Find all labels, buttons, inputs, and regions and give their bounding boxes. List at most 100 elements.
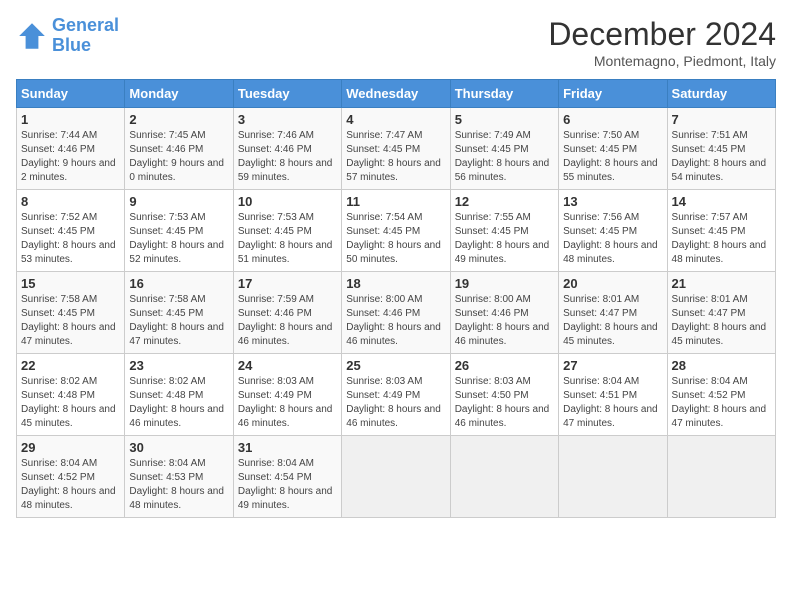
day-number: 12 <box>455 194 554 209</box>
col-header-wednesday: Wednesday <box>342 80 450 108</box>
logo-text: General Blue <box>52 16 119 56</box>
day-info: Sunrise: 7:50 AMSunset: 4:45 PMDaylight:… <box>563 129 662 185</box>
day-number: 18 <box>346 276 445 291</box>
day-info: Sunrise: 7:44 AMSunset: 4:46 PMDaylight:… <box>21 129 120 185</box>
week-row-5: 29Sunrise: 8:04 AMSunset: 4:52 PMDayligh… <box>17 436 776 518</box>
day-number: 28 <box>672 358 771 373</box>
day-number: 13 <box>563 194 662 209</box>
day-info: Sunrise: 8:04 AMSunset: 4:52 PMDaylight:… <box>21 457 120 513</box>
day-number: 14 <box>672 194 771 209</box>
day-info: Sunrise: 7:55 AMSunset: 4:45 PMDaylight:… <box>455 211 554 267</box>
day-info: Sunrise: 8:04 AMSunset: 4:54 PMDaylight:… <box>238 457 337 513</box>
day-info: Sunrise: 7:46 AMSunset: 4:46 PMDaylight:… <box>238 129 337 185</box>
day-cell: 2 Sunrise: 7:45 AMSunset: 4:46 PMDaylight… <box>125 108 233 190</box>
day-cell <box>450 436 558 518</box>
day-cell: 25 Sunrise: 8:03 AMSunset: 4:49 PMDayligh… <box>342 354 450 436</box>
day-cell: 9 Sunrise: 7:53 AMSunset: 4:45 PMDaylight… <box>125 190 233 272</box>
day-number: 19 <box>455 276 554 291</box>
day-cell: 30 Sunrise: 8:04 AMSunset: 4:53 PMDayligh… <box>125 436 233 518</box>
calendar-body: 1 Sunrise: 7:44 AMSunset: 4:46 PMDaylight… <box>17 108 776 518</box>
day-cell: 28 Sunrise: 8:04 AMSunset: 4:52 PMDayligh… <box>667 354 775 436</box>
day-info: Sunrise: 8:04 AMSunset: 4:52 PMDaylight:… <box>672 375 771 431</box>
day-cell: 14 Sunrise: 7:57 AMSunset: 4:45 PMDayligh… <box>667 190 775 272</box>
day-info: Sunrise: 8:01 AMSunset: 4:47 PMDaylight:… <box>563 293 662 349</box>
day-cell: 23 Sunrise: 8:02 AMSunset: 4:48 PMDayligh… <box>125 354 233 436</box>
day-cell: 12 Sunrise: 7:55 AMSunset: 4:45 PMDayligh… <box>450 190 558 272</box>
day-info: Sunrise: 8:01 AMSunset: 4:47 PMDaylight:… <box>672 293 771 349</box>
day-number: 2 <box>129 112 228 127</box>
day-number: 6 <box>563 112 662 127</box>
calendar-header-row: SundayMondayTuesdayWednesdayThursdayFrid… <box>17 80 776 108</box>
month-title: December 2024 <box>548 16 776 53</box>
day-cell: 10Sunrise: 7:53 AMSunset: 4:45 PMDayligh… <box>233 190 341 272</box>
week-row-4: 22 Sunrise: 8:02 AMSunset: 4:48 PMDayligh… <box>17 354 776 436</box>
location-subtitle: Montemagno, Piedmont, Italy <box>548 53 776 69</box>
day-cell: 19Sunrise: 8:00 AMSunset: 4:46 PMDayligh… <box>450 272 558 354</box>
day-number: 16 <box>129 276 228 291</box>
day-info: Sunrise: 7:54 AMSunset: 4:45 PMDaylight:… <box>346 211 445 267</box>
day-number: 22 <box>21 358 120 373</box>
day-info: Sunrise: 8:03 AMSunset: 4:50 PMDaylight:… <box>455 375 554 431</box>
day-number: 8 <box>21 194 120 209</box>
day-cell: 26 Sunrise: 8:03 AMSunset: 4:50 PMDayligh… <box>450 354 558 436</box>
day-info: Sunrise: 8:00 AMSunset: 4:46 PMDaylight:… <box>346 293 445 349</box>
logo: General Blue <box>16 16 119 56</box>
day-info: Sunrise: 7:59 AMSunset: 4:46 PMDaylight:… <box>238 293 337 349</box>
day-number: 27 <box>563 358 662 373</box>
day-info: Sunrise: 8:03 AMSunset: 4:49 PMDaylight:… <box>346 375 445 431</box>
week-row-2: 8 Sunrise: 7:52 AMSunset: 4:45 PMDaylight… <box>17 190 776 272</box>
day-number: 5 <box>455 112 554 127</box>
day-cell: 27 Sunrise: 8:04 AMSunset: 4:51 PMDayligh… <box>559 354 667 436</box>
day-number: 1 <box>21 112 120 127</box>
day-info: Sunrise: 7:56 AMSunset: 4:45 PMDaylight:… <box>563 211 662 267</box>
day-cell: 31 Sunrise: 8:04 AMSunset: 4:54 PMDayligh… <box>233 436 341 518</box>
day-number: 30 <box>129 440 228 455</box>
day-cell <box>342 436 450 518</box>
day-number: 3 <box>238 112 337 127</box>
col-header-sunday: Sunday <box>17 80 125 108</box>
day-info: Sunrise: 8:04 AMSunset: 4:53 PMDaylight:… <box>129 457 228 513</box>
day-info: Sunrise: 7:58 AMSunset: 4:45 PMDaylight:… <box>129 293 228 349</box>
day-number: 15 <box>21 276 120 291</box>
day-info: Sunrise: 7:53 AMSunset: 4:45 PMDaylight:… <box>129 211 228 267</box>
day-info: Sunrise: 7:45 AMSunset: 4:46 PMDaylight:… <box>129 129 228 185</box>
day-cell: 29Sunrise: 8:04 AMSunset: 4:52 PMDayligh… <box>17 436 125 518</box>
day-cell: 1 Sunrise: 7:44 AMSunset: 4:46 PMDaylight… <box>17 108 125 190</box>
day-number: 25 <box>346 358 445 373</box>
day-cell: 7 Sunrise: 7:51 AMSunset: 4:45 PMDaylight… <box>667 108 775 190</box>
day-cell: 18 Sunrise: 8:00 AMSunset: 4:46 PMDayligh… <box>342 272 450 354</box>
day-cell: 21Sunrise: 8:01 AMSunset: 4:47 PMDayligh… <box>667 272 775 354</box>
col-header-monday: Monday <box>125 80 233 108</box>
day-cell: 11Sunrise: 7:54 AMSunset: 4:45 PMDayligh… <box>342 190 450 272</box>
day-info: Sunrise: 7:49 AMSunset: 4:45 PMDaylight:… <box>455 129 554 185</box>
day-info: Sunrise: 7:58 AMSunset: 4:45 PMDaylight:… <box>21 293 120 349</box>
day-cell: 4 Sunrise: 7:47 AMSunset: 4:45 PMDaylight… <box>342 108 450 190</box>
day-info: Sunrise: 8:02 AMSunset: 4:48 PMDaylight:… <box>21 375 120 431</box>
week-row-1: 1 Sunrise: 7:44 AMSunset: 4:46 PMDaylight… <box>17 108 776 190</box>
day-number: 23 <box>129 358 228 373</box>
day-info: Sunrise: 8:02 AMSunset: 4:48 PMDaylight:… <box>129 375 228 431</box>
day-info: Sunrise: 8:03 AMSunset: 4:49 PMDaylight:… <box>238 375 337 431</box>
day-cell: 22 Sunrise: 8:02 AMSunset: 4:48 PMDayligh… <box>17 354 125 436</box>
day-cell: 13 Sunrise: 7:56 AMSunset: 4:45 PMDayligh… <box>559 190 667 272</box>
day-info: Sunrise: 8:04 AMSunset: 4:51 PMDaylight:… <box>563 375 662 431</box>
day-number: 17 <box>238 276 337 291</box>
day-info: Sunrise: 7:53 AMSunset: 4:45 PMDaylight:… <box>238 211 337 267</box>
day-info: Sunrise: 7:52 AMSunset: 4:45 PMDaylight:… <box>21 211 120 267</box>
day-info: Sunrise: 7:47 AMSunset: 4:45 PMDaylight:… <box>346 129 445 185</box>
day-cell: 5 Sunrise: 7:49 AMSunset: 4:45 PMDaylight… <box>450 108 558 190</box>
day-number: 24 <box>238 358 337 373</box>
col-header-thursday: Thursday <box>450 80 558 108</box>
day-number: 26 <box>455 358 554 373</box>
day-number: 4 <box>346 112 445 127</box>
day-cell: 15 Sunrise: 7:58 AMSunset: 4:45 PMDayligh… <box>17 272 125 354</box>
day-cell: 20Sunrise: 8:01 AMSunset: 4:47 PMDayligh… <box>559 272 667 354</box>
day-cell <box>559 436 667 518</box>
day-info: Sunrise: 7:51 AMSunset: 4:45 PMDaylight:… <box>672 129 771 185</box>
header: General Blue December 2024 Montemagno, P… <box>16 16 776 69</box>
day-number: 9 <box>129 194 228 209</box>
day-number: 31 <box>238 440 337 455</box>
day-number: 7 <box>672 112 771 127</box>
day-cell: 8 Sunrise: 7:52 AMSunset: 4:45 PMDaylight… <box>17 190 125 272</box>
day-info: Sunrise: 7:57 AMSunset: 4:45 PMDaylight:… <box>672 211 771 267</box>
